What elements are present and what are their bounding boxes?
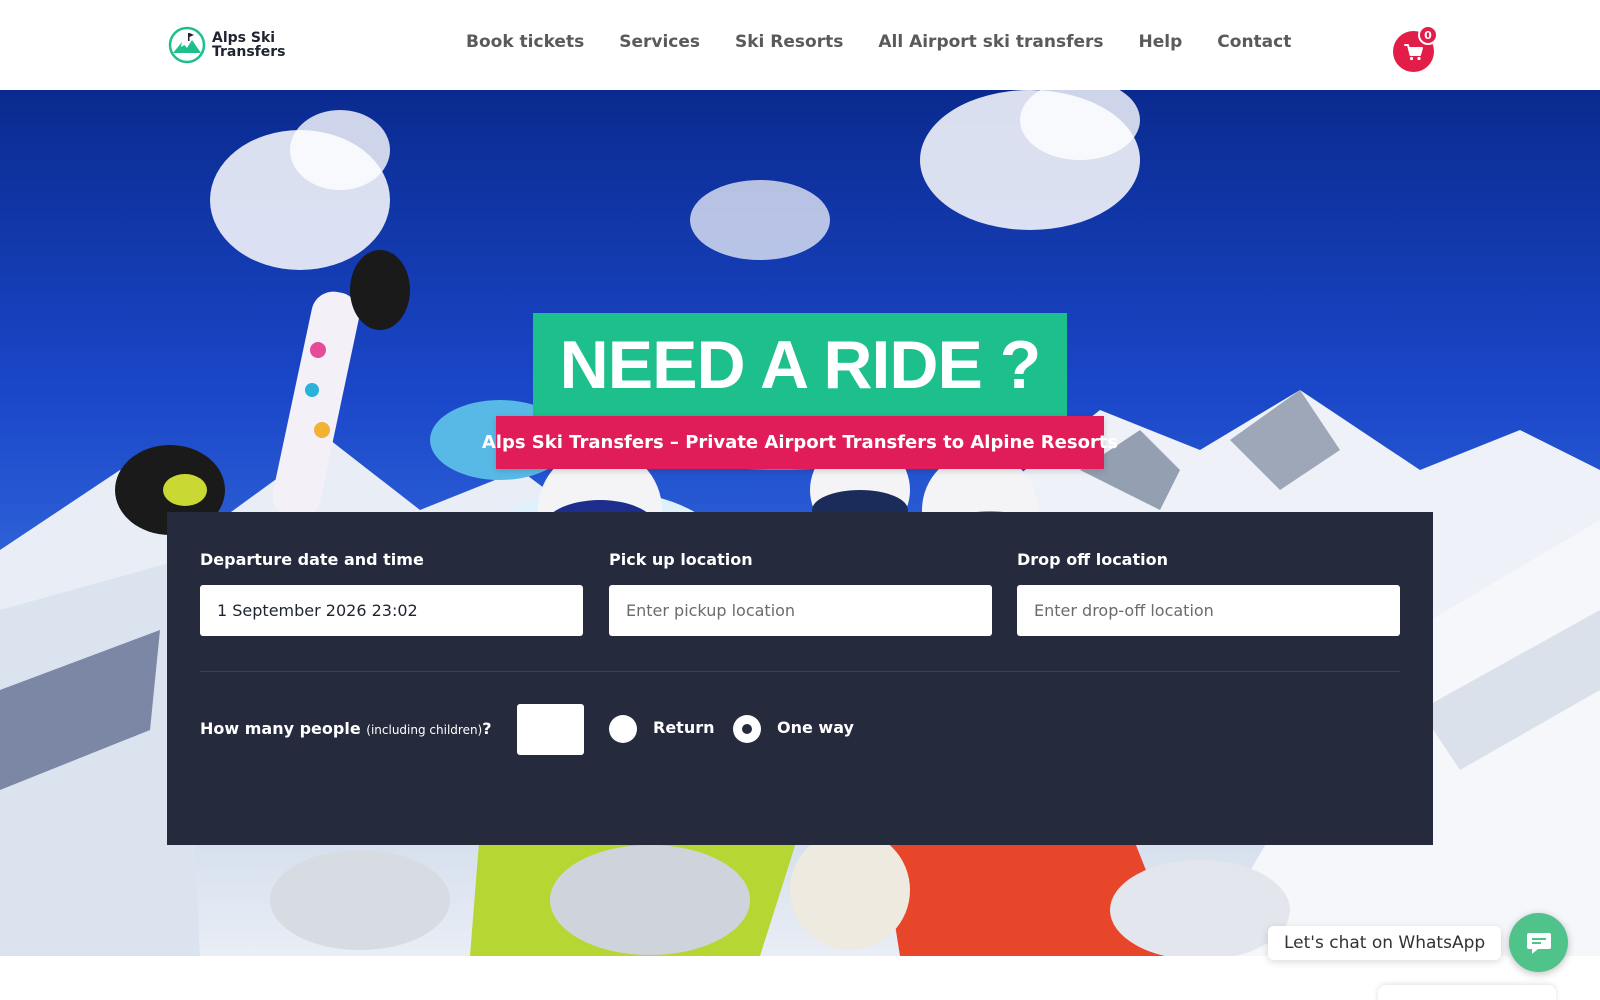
bottom-floating-card: [1378, 985, 1556, 1000]
nav-services[interactable]: Services: [619, 32, 700, 52]
nav-help[interactable]: Help: [1139, 32, 1183, 52]
hero-subtitle-box: Alps Ski Transfers – Private Airport Tra…: [482, 416, 1118, 469]
one-way-radio[interactable]: [733, 715, 761, 743]
site-logo[interactable]: Alps Ski Transfers: [168, 26, 286, 64]
departure-datetime-input[interactable]: [200, 585, 583, 636]
nav-contact[interactable]: Contact: [1217, 32, 1291, 52]
nav-ski-resorts[interactable]: Ski Resorts: [735, 32, 843, 52]
booking-form: Departure date and time Pick up location…: [167, 512, 1433, 845]
pickup-location-input[interactable]: [609, 585, 992, 636]
departure-label: Departure date and time: [200, 550, 424, 569]
site-header: Alps Ski Transfers Book tickets Services…: [0, 0, 1600, 90]
nav-airport-transfers[interactable]: All Airport ski transfers: [878, 32, 1103, 52]
hero-subtitle: Alps Ski Transfers – Private Airport Tra…: [481, 432, 1119, 453]
nav-book-tickets[interactable]: Book tickets: [466, 32, 584, 52]
whatsapp-chat-text: Let's chat on WhatsApp: [1284, 933, 1486, 953]
people-label-text: How many people: [200, 719, 361, 738]
hero-title-box: NEED A RIDE ?: [533, 313, 1067, 417]
logo-line-1: Alps Ski: [212, 30, 276, 46]
dropoff-label: Drop off location: [1017, 550, 1168, 569]
return-radio-label[interactable]: Return: [653, 718, 715, 737]
cart-button[interactable]: 0: [1393, 25, 1438, 72]
return-radio[interactable]: [609, 715, 637, 743]
people-label: How many people (including children)?: [200, 719, 492, 738]
form-divider: [200, 671, 1400, 672]
people-label-note: (including children): [366, 723, 483, 737]
people-count-input[interactable]: [517, 704, 584, 755]
people-label-suffix: ?: [482, 719, 492, 738]
whatsapp-chat-bubble[interactable]: Let's chat on WhatsApp: [1268, 926, 1502, 960]
main-nav: Book tickets Services Ski Resorts All Ai…: [466, 32, 1326, 52]
one-way-radio-label[interactable]: One way: [777, 718, 854, 737]
cart-icon: [1403, 43, 1423, 60]
hero-title: NEED A RIDE ?: [559, 327, 1042, 403]
dropoff-location-input[interactable]: [1017, 585, 1400, 636]
logo-line-2: Transfers: [212, 44, 286, 60]
chat-icon: [1526, 932, 1551, 954]
cart-count-badge: 0: [1418, 25, 1438, 45]
logo-mountain-icon: [168, 26, 206, 64]
pickup-label: Pick up location: [609, 550, 753, 569]
whatsapp-chat-button[interactable]: [1509, 913, 1568, 972]
logo-text: Alps Ski Transfers: [212, 31, 286, 59]
